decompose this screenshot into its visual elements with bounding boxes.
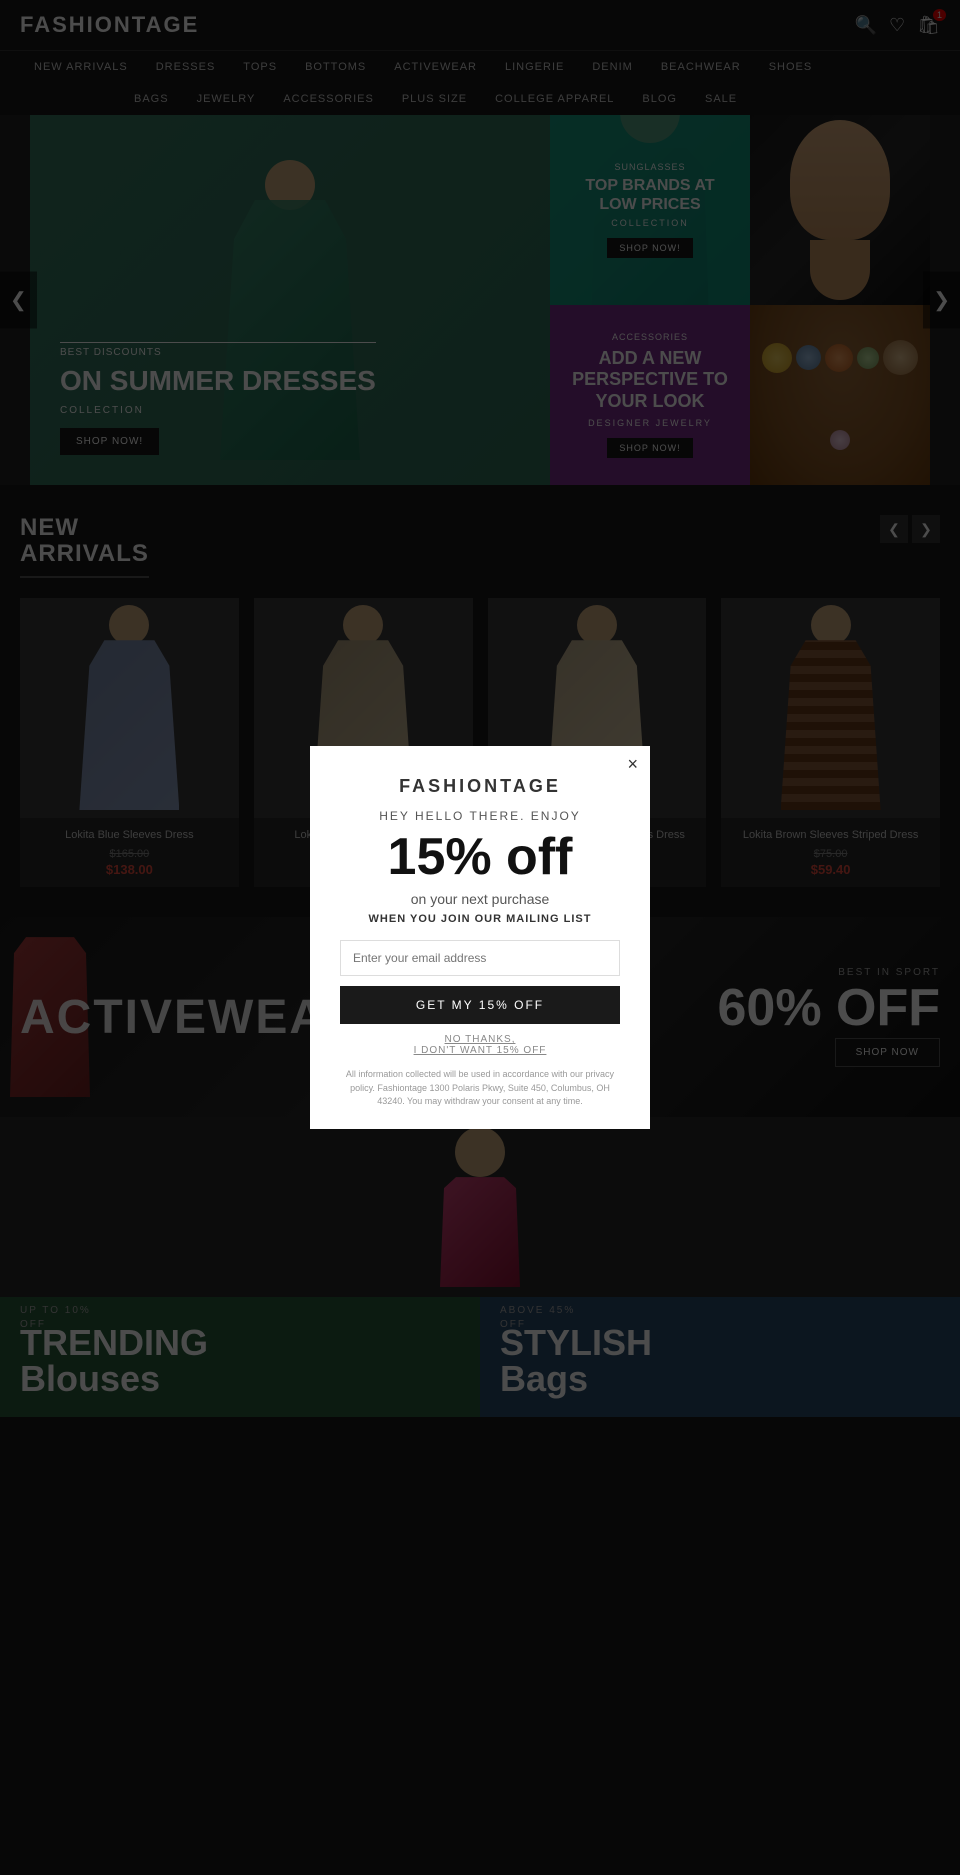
modal-purchase-text: on your next purchase xyxy=(340,891,620,907)
modal-privacy-text: All information collected will be used i… xyxy=(340,1068,620,1109)
modal-discount: 15% off xyxy=(340,831,620,883)
modal-intro: HEY HELLO THERE. ENJOY xyxy=(340,809,620,823)
modal-close-button[interactable]: × xyxy=(627,754,638,775)
modal-logo: FASHIONTAGE xyxy=(340,776,620,797)
modal-decline-link[interactable]: NO THANKS, I DON'T WANT 15% OFF xyxy=(340,1034,620,1056)
modal-overlay[interactable]: × FASHIONTAGE HEY HELLO THERE. ENJOY 15%… xyxy=(0,0,960,1875)
modal-email-input[interactable] xyxy=(340,940,620,976)
modal-cta-button[interactable]: GET MY 15% OFF xyxy=(340,986,620,1024)
email-modal: × FASHIONTAGE HEY HELLO THERE. ENJOY 15%… xyxy=(310,746,650,1129)
modal-mailing-text: WHEN YOU JOIN OUR MAILING LIST xyxy=(340,913,620,925)
